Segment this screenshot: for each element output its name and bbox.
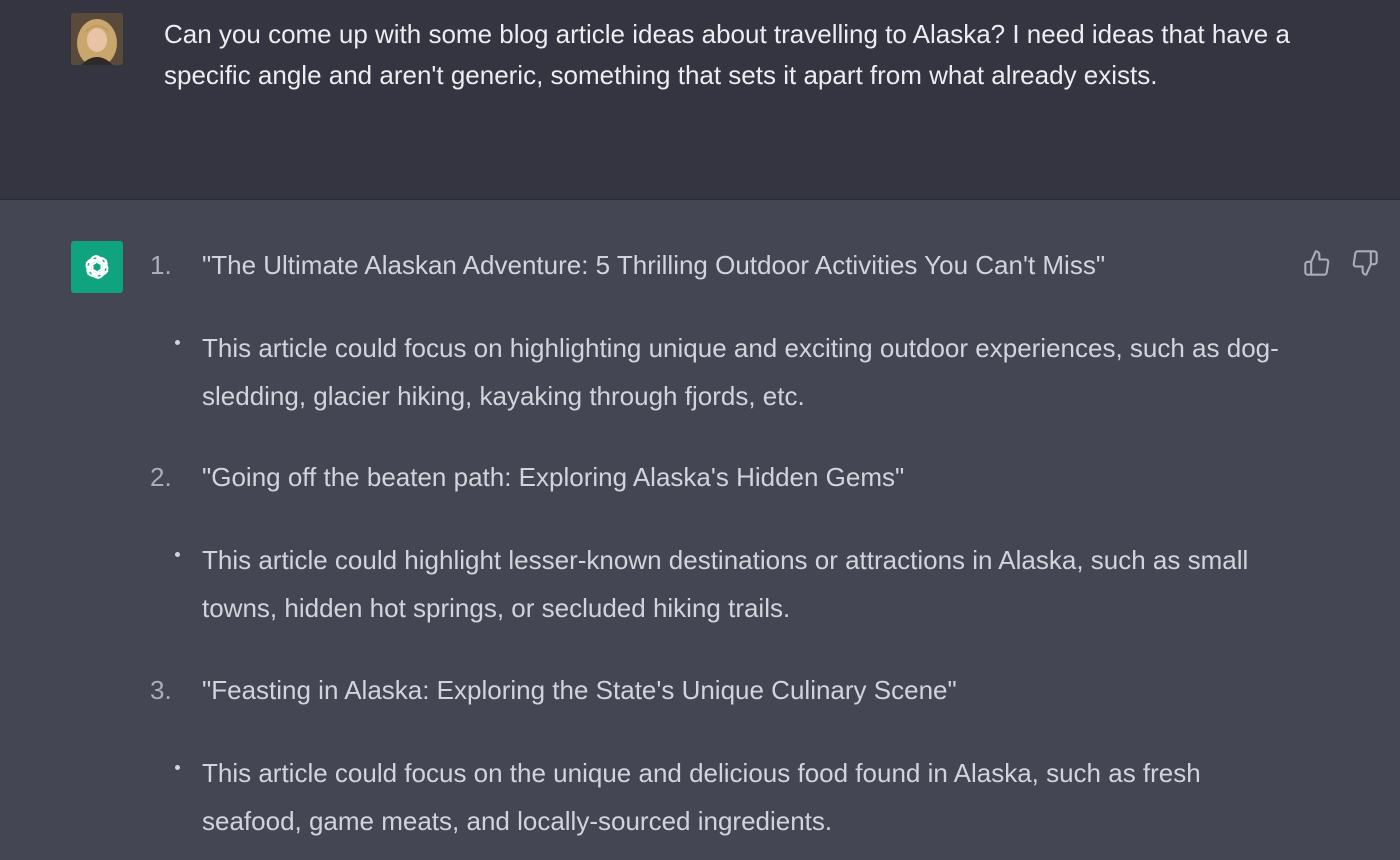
openai-logo-icon — [71, 241, 123, 293]
thumbs-up-icon — [1304, 250, 1330, 276]
article-description: This article could highlight lesser-know… — [202, 545, 1249, 623]
article-title: "Feasting in Alaska: Exploring the State… — [202, 675, 957, 705]
bullet-icon — [175, 765, 180, 770]
thumbs-up-button[interactable] — [1302, 248, 1332, 278]
user-message-row: Can you come up with some blog article i… — [0, 0, 1400, 200]
list-number: 2. — [150, 462, 172, 492]
thumbs-down-icon — [1352, 250, 1378, 276]
user-message-text: Can you come up with some blog article i… — [164, 19, 1290, 90]
bullet-icon — [175, 340, 180, 345]
thumbs-down-button[interactable] — [1350, 248, 1380, 278]
article-description: This article could focus on highlighting… — [202, 333, 1279, 411]
list-number: 1. — [150, 250, 172, 280]
assistant-message-row: 1. "The Ultimate Alaskan Adventure: 5 Th… — [0, 200, 1400, 860]
article-title: "Going off the beaten path: Exploring Al… — [202, 462, 905, 492]
bullet-icon — [175, 552, 180, 557]
article-title: "The Ultimate Alaskan Adventure: 5 Thril… — [202, 250, 1106, 280]
article-description: This article could focus on the unique a… — [202, 758, 1201, 836]
list-number: 3. — [150, 675, 172, 705]
user-avatar — [71, 13, 123, 65]
